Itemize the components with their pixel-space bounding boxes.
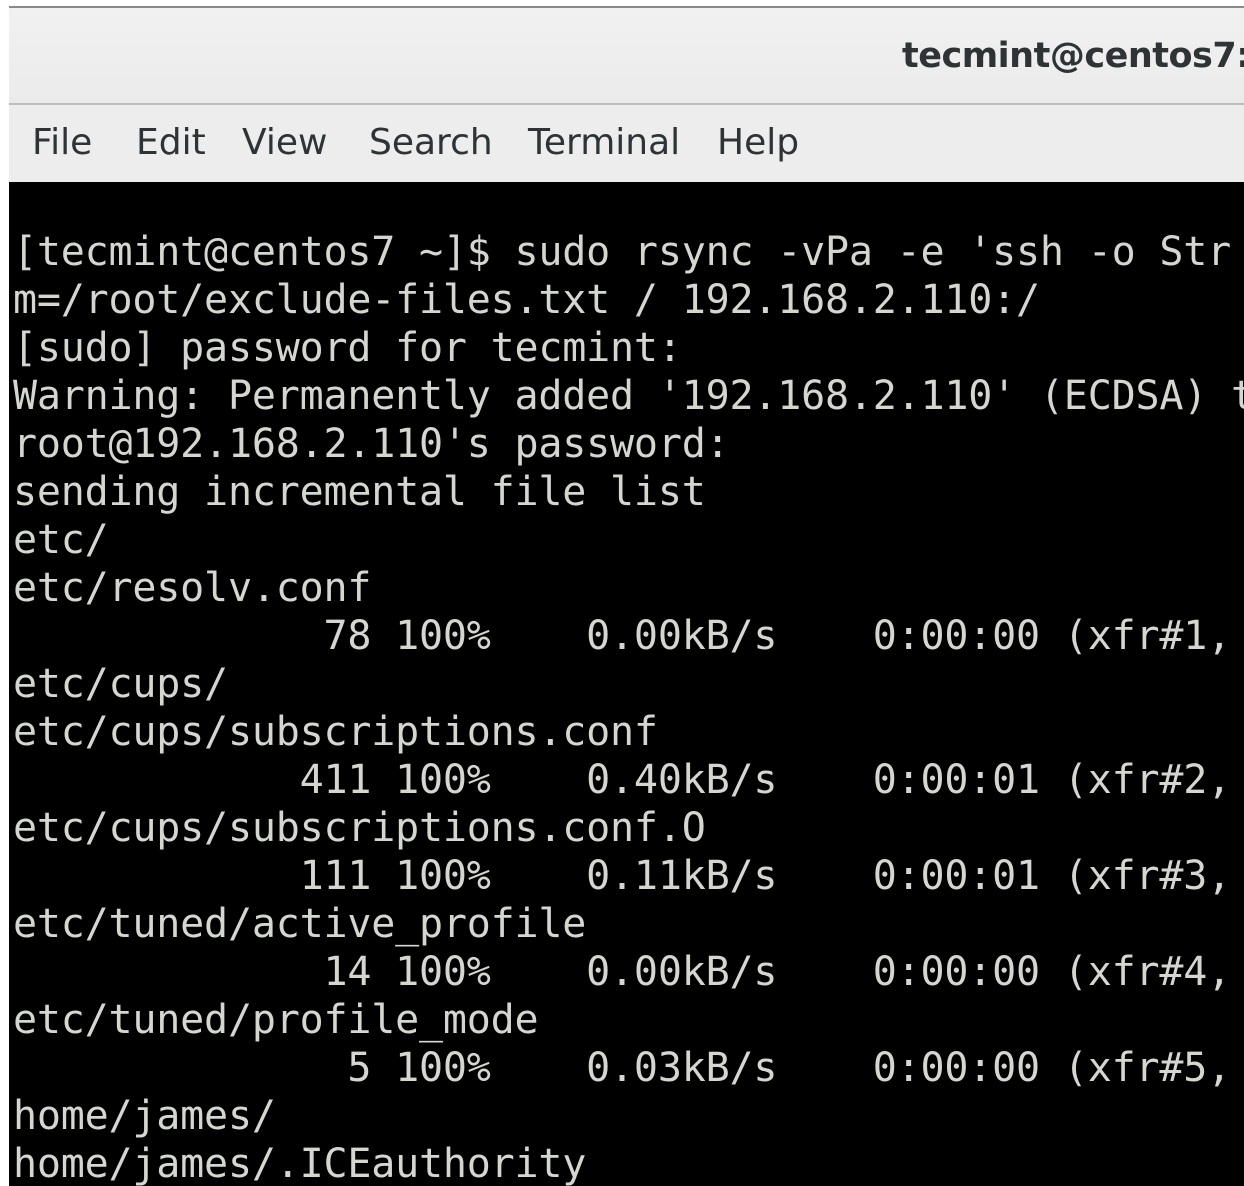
menu-view[interactable]: View <box>242 122 327 163</box>
terminal-line: sending incremental file list <box>13 469 706 515</box>
terminal-line: etc/resolv.conf <box>13 565 372 611</box>
terminal-line: etc/tuned/profile_mode <box>13 997 539 1043</box>
terminal-line: Warning: Permanently added '192.168.2.11… <box>13 373 1244 419</box>
terminal-line: etc/ <box>13 517 109 563</box>
menu-bar: File Edit View Search Terminal Help <box>9 105 1244 182</box>
terminal-line: m=/root/exclude-files.txt / 192.168.2.11… <box>13 277 1040 323</box>
terminal-line: 111 100% 0.11kB/s 0:00:01 (xfr#3, <box>13 853 1232 899</box>
menu-edit[interactable]: Edit <box>136 122 206 163</box>
terminal-line: etc/cups/subscriptions.conf <box>13 709 658 755</box>
terminal-line: 5 100% 0.03kB/s 0:00:00 (xfr#5, <box>13 1045 1231 1091</box>
menu-file[interactable]: File <box>32 122 92 163</box>
terminal-line: etc/tuned/active_profile <box>13 901 587 947</box>
terminal-line: root@192.168.2.110's password: <box>13 421 730 467</box>
terminal-line: 14 100% 0.00kB/s 0:00:00 (xfr#4, <box>13 949 1231 995</box>
terminal-output[interactable]: [tecmint@centos7 ~]$ sudo rsync -vPa -e … <box>9 182 1244 1186</box>
terminal-line: etc/cups/subscriptions.conf.O <box>13 805 706 851</box>
terminal-line: [tecmint@centos7 ~]$ sudo rsync -vPa -e … <box>13 229 1231 275</box>
window-title: tecmint@centos7:~ <box>902 36 1244 76</box>
window-top-border <box>0 0 1244 8</box>
title-bar[interactable]: tecmint@centos7:~ <box>9 8 1244 105</box>
terminal-line: 411 100% 0.40kB/s 0:00:01 (xfr#2, <box>13 757 1232 803</box>
window-left-edge <box>0 0 9 1186</box>
menu-search[interactable]: Search <box>369 122 493 163</box>
terminal-line: 78 100% 0.00kB/s 0:00:00 (xfr#1, <box>13 613 1231 659</box>
terminal-window: tecmint@centos7:~ File Edit View Search … <box>0 0 1244 1186</box>
terminal-line: home/james/ <box>13 1093 276 1139</box>
terminal-line: [sudo] password for tecmint: <box>13 325 682 371</box>
menu-help[interactable]: Help <box>717 122 799 163</box>
menu-terminal[interactable]: Terminal <box>528 122 680 163</box>
terminal-line: etc/cups/ <box>13 661 228 707</box>
terminal-line: home/james/.ICEauthority <box>13 1141 587 1186</box>
